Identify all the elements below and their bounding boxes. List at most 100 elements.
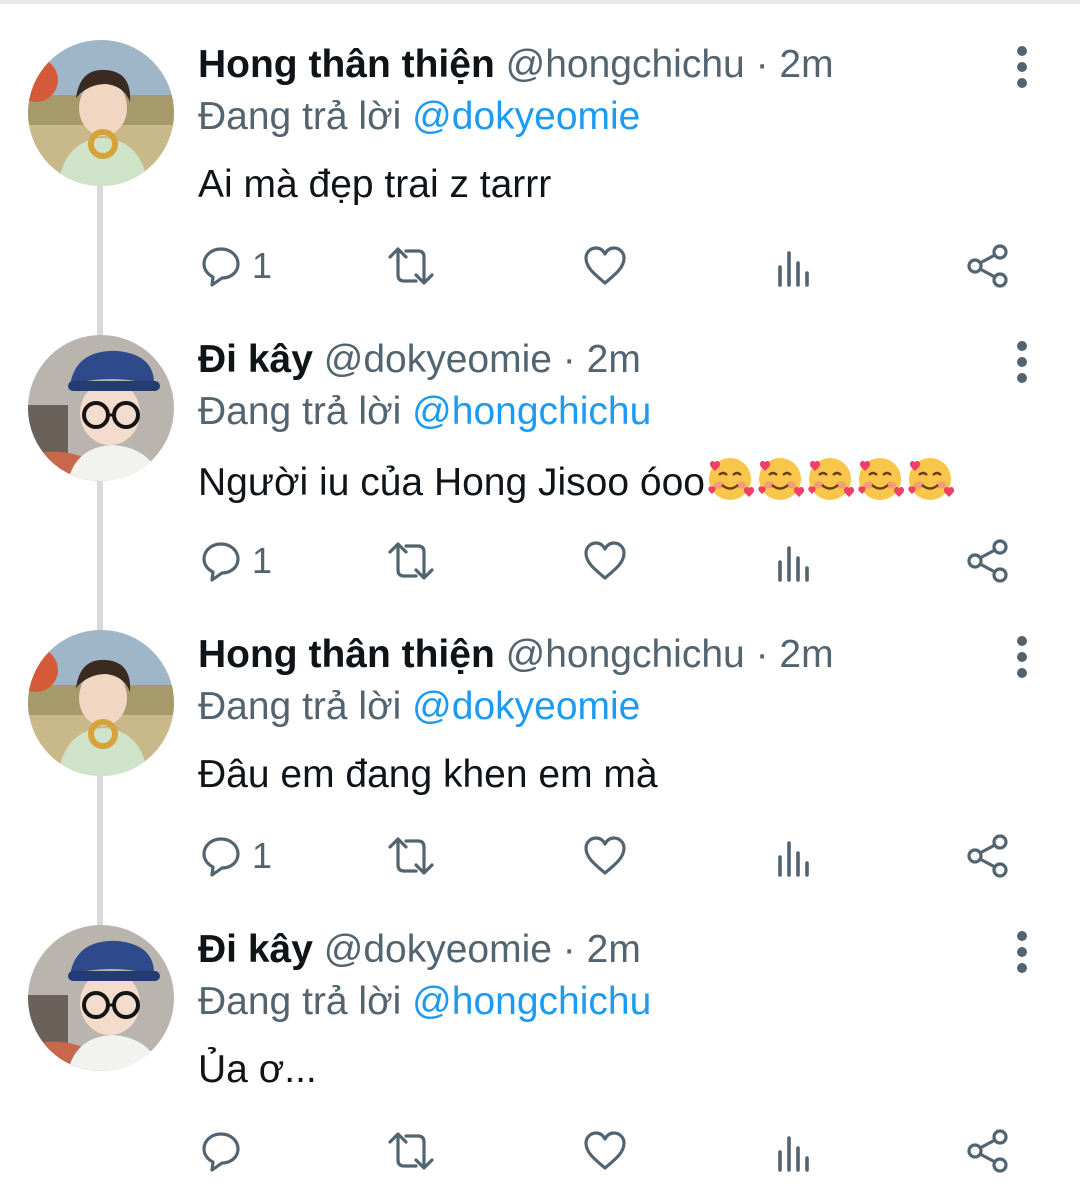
reply-button[interactable]: 1 (200, 238, 272, 294)
display-name[interactable]: Đi kây (198, 338, 313, 381)
tweet[interactable]: Đi kây @dokyeomie · 2m Đang trả lời @hon… (0, 885, 1080, 1180)
tweet-actions: 1 (190, 238, 1040, 298)
retweet-icon (388, 542, 434, 580)
retweet-button[interactable] (386, 238, 436, 294)
more-options-button[interactable] (1002, 337, 1042, 387)
display-name[interactable]: Đi kây (198, 928, 313, 971)
views-button[interactable] (775, 533, 815, 589)
tweet[interactable]: Hong thân thiện @hongchichu · 2m Đang tr… (0, 590, 1080, 926)
user-handle[interactable]: @hongchichu (506, 633, 745, 676)
share-button[interactable] (966, 238, 1010, 294)
smiling-face-with-hearts-icon (858, 458, 905, 500)
views-button[interactable] (775, 1123, 815, 1179)
avatar-dk-image (28, 335, 174, 481)
avatar-hong-image (28, 40, 174, 186)
views-button[interactable] (775, 828, 815, 884)
tweet-text: Ủa ơ... (198, 1048, 317, 1091)
analytics-icon (778, 251, 809, 287)
share-icon (967, 1129, 1008, 1173)
reply-icon (202, 837, 240, 877)
reply-button[interactable] (200, 1123, 252, 1179)
views-button[interactable] (775, 238, 815, 294)
tweet-actions (190, 1123, 1040, 1183)
heart-icon (584, 246, 626, 285)
retweet-button[interactable] (386, 533, 436, 589)
retweet-button[interactable] (386, 828, 436, 884)
tweet-actions: 1 (190, 533, 1040, 593)
heart-icon (584, 836, 626, 875)
user-handle[interactable]: @dokyeomie (324, 928, 552, 971)
tweet-text-container: Người iu của Hong Jisoo óoo (198, 453, 955, 510)
replying-to-handle[interactable]: @hongchichu (412, 980, 651, 1023)
reply-count: 1 (252, 540, 273, 581)
display-name[interactable]: Hong thân thiện (198, 633, 495, 676)
timestamp[interactable]: 2m (779, 633, 833, 676)
share-button[interactable] (966, 828, 1010, 884)
more-options-button[interactable] (1002, 42, 1042, 92)
smiling-face-with-hearts-icon (908, 458, 955, 500)
timestamp[interactable]: 2m (587, 338, 641, 381)
reply-count: 1 (252, 835, 273, 876)
avatar[interactable] (28, 925, 174, 1071)
reply-icon (202, 1132, 240, 1172)
share-icon (967, 834, 1008, 878)
tweet-text: Ai mà đẹp trai z tarrr (198, 163, 552, 206)
retweet-icon (388, 247, 434, 285)
like-button[interactable] (583, 533, 627, 589)
emoji-group (705, 453, 955, 503)
like-button[interactable] (583, 1123, 627, 1179)
avatar-hong-image (28, 630, 174, 776)
tweet-text: Đâu em đang khen em mà (198, 753, 658, 796)
user-handle[interactable]: @hongchichu (506, 43, 745, 86)
share-icon (967, 244, 1008, 288)
replying-to-handle[interactable]: @dokyeomie (412, 685, 640, 728)
smiling-face-with-hearts-icon (808, 458, 855, 500)
heart-icon (584, 541, 626, 580)
replying-to: Đang trả lời @hongchichu (198, 385, 651, 439)
reply-icon (202, 247, 240, 287)
tweet[interactable]: Hong thân thiện @hongchichu · 2m Đang tr… (0, 0, 1080, 336)
user-handle[interactable]: @dokyeomie (324, 338, 552, 381)
smiling-face-with-hearts-icon (708, 458, 755, 500)
replying-to-handle[interactable]: @hongchichu (412, 390, 651, 433)
separator-dot: · (562, 928, 576, 971)
more-options-button[interactable] (1002, 632, 1042, 682)
replying-to-label: Đang trả lời (198, 685, 402, 728)
more-options-button[interactable] (1002, 927, 1042, 977)
avatar[interactable] (28, 40, 174, 186)
tweet-header: Đi kây @dokyeomie · 2m (198, 923, 641, 977)
heart-icon (584, 1131, 626, 1170)
separator-dot: · (755, 633, 769, 676)
share-button[interactable] (966, 1123, 1010, 1179)
reply-button[interactable]: 1 (200, 533, 272, 589)
more-vertical-icon (1017, 636, 1027, 678)
like-button[interactable] (583, 238, 627, 294)
retweet-icon (388, 837, 434, 875)
replying-to-handle[interactable]: @dokyeomie (412, 95, 640, 138)
replying-to: Đang trả lời @dokyeomie (198, 90, 640, 144)
share-button[interactable] (966, 533, 1010, 589)
timestamp[interactable]: 2m (587, 928, 641, 971)
avatar[interactable] (28, 630, 174, 776)
reply-count: 1 (252, 245, 273, 286)
replying-to: Đang trả lời @hongchichu (198, 975, 651, 1029)
display-name[interactable]: Hong thân thiện (198, 43, 495, 86)
tweet[interactable]: Đi kây @dokyeomie · 2m Đang trả lời @hon… (0, 295, 1080, 631)
tweet-header: Hong thân thiện @hongchichu · 2m (198, 38, 834, 92)
like-button[interactable] (583, 828, 627, 884)
replying-to-label: Đang trả lời (198, 95, 402, 138)
more-vertical-icon (1017, 931, 1027, 973)
smiling-face-with-hearts-icon (758, 458, 805, 500)
reply-button[interactable]: 1 (200, 828, 272, 884)
replying-to-label: Đang trả lời (198, 980, 402, 1023)
avatar[interactable] (28, 335, 174, 481)
avatar-dk-image (28, 925, 174, 1071)
reply-icon (202, 542, 240, 582)
share-icon (967, 539, 1008, 583)
timestamp[interactable]: 2m (779, 43, 833, 86)
retweet-button[interactable] (386, 1123, 436, 1179)
more-vertical-icon (1017, 341, 1027, 383)
reply-thread: Hong thân thiện @hongchichu · 2m Đang tr… (0, 0, 1080, 1197)
retweet-icon (388, 1132, 434, 1170)
tweet-text: Người iu của Hong Jisoo óoo (198, 461, 705, 504)
